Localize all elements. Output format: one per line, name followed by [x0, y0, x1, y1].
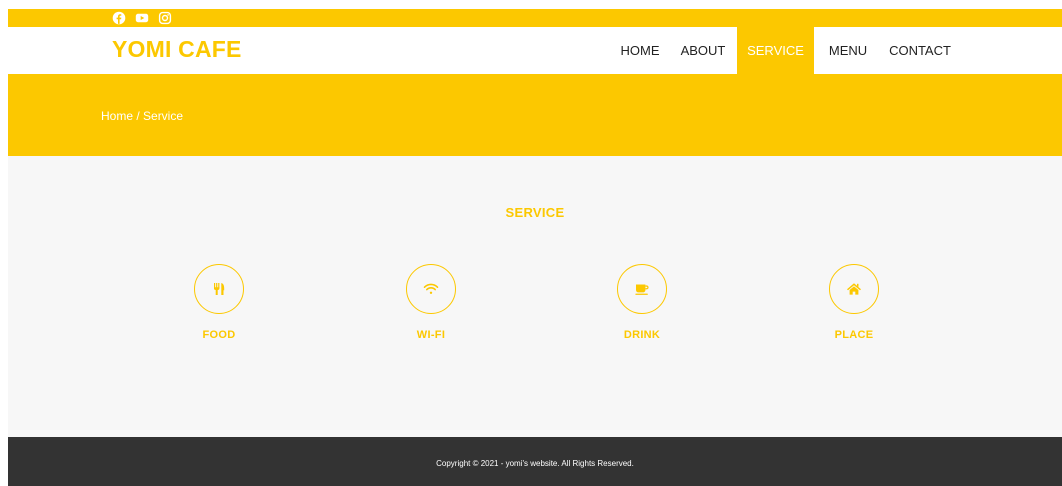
wifi-icon — [423, 281, 439, 297]
service-place: PLACE — [794, 264, 914, 341]
page-frame: YOMI CAFE HOME ABOUT SERVICE MENU CONTAC… — [8, 9, 1062, 486]
nav-contact[interactable]: CONTACT — [882, 27, 958, 74]
home-icon — [846, 281, 862, 297]
service-wifi-label: WI-FI — [416, 329, 446, 341]
main-nav: HOME ABOUT SERVICE MENU CONTACT — [8, 27, 1062, 74]
social-topbar — [8, 9, 1062, 27]
service-drink: DRINK — [582, 264, 702, 341]
utensils-icon — [211, 281, 227, 297]
site-footer: Copyright © 2021 - yomi's website. All R… — [8, 437, 1062, 486]
nav-about[interactable]: ABOUT — [672, 27, 734, 74]
service-place-circle[interactable] — [829, 264, 879, 314]
breadcrumb[interactable]: Home / Service — [101, 109, 183, 123]
section-title: SERVICE — [505, 205, 565, 220]
service-wifi: WI-FI — [371, 264, 491, 341]
service-food-label: FOOD — [202, 329, 236, 341]
service-food-circle[interactable] — [194, 264, 244, 314]
nav-service[interactable]: SERVICE — [737, 27, 814, 74]
social-links — [112, 11, 172, 25]
service-place-label: PLACE — [834, 329, 874, 341]
service-food: FOOD — [159, 264, 279, 341]
page-banner: Home / Service — [8, 74, 1062, 156]
services-section: SERVICE FOOD WI-FI DRINK PLACE — [8, 156, 1062, 437]
instagram-icon[interactable] — [158, 11, 172, 25]
service-drink-circle[interactable] — [617, 264, 667, 314]
copyright-text: Copyright © 2021 - yomi's website. All R… — [436, 459, 634, 468]
youtube-icon[interactable] — [135, 11, 149, 25]
coffee-icon — [634, 281, 650, 297]
main-navbar: YOMI CAFE HOME ABOUT SERVICE MENU CONTAC… — [8, 27, 1062, 74]
nav-menu[interactable]: MENU — [820, 27, 876, 74]
facebook-icon[interactable] — [112, 11, 126, 25]
service-drink-label: DRINK — [623, 329, 661, 341]
nav-home[interactable]: HOME — [612, 27, 668, 74]
service-wifi-circle[interactable] — [406, 264, 456, 314]
